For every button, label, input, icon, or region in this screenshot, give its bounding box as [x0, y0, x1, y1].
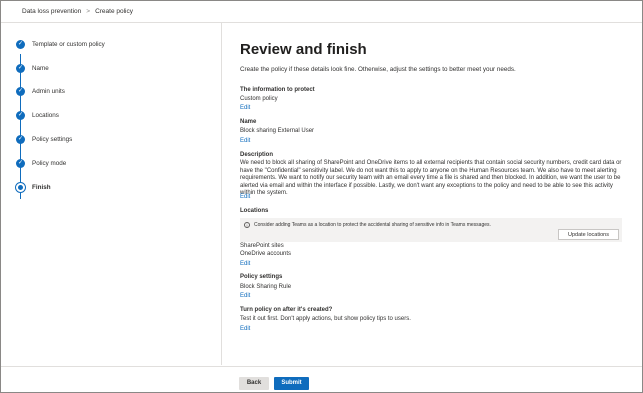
edit-locations-link[interactable]: Edit: [240, 261, 250, 267]
edit-info-protect-link[interactable]: Edit: [240, 105, 250, 111]
locations-info-banner: i Consider adding Teams as a location to…: [240, 218, 622, 242]
footer-bar: Back Submit: [1, 366, 642, 392]
section-title-turn-on: Turn policy on after it's created?: [240, 307, 333, 313]
check-icon: ✓: [16, 40, 25, 49]
current-step-icon: [16, 183, 25, 192]
step-label: Finish: [32, 184, 51, 191]
check-icon: ✓: [16, 64, 25, 73]
step-label: Template or custom policy: [32, 41, 105, 48]
section-title-name: Name: [240, 119, 257, 125]
info-protect-value: Custom policy: [240, 96, 278, 102]
breadcrumb-item-create-policy: Create policy: [95, 8, 133, 15]
check-icon: ✓: [16, 111, 25, 120]
policy-settings-value: Block Sharing Rule: [240, 284, 292, 290]
back-button[interactable]: Back: [239, 377, 269, 390]
breadcrumb: Data loss prevention > Create policy: [1, 1, 642, 23]
update-locations-button[interactable]: Update locations: [558, 229, 619, 240]
check-icon: ✓: [16, 135, 25, 144]
page-intro: Create the policy if these details look …: [240, 66, 516, 73]
section-title-description: Description: [240, 152, 274, 158]
section-title-locations: Locations: [240, 208, 269, 214]
breadcrumb-item-dlp[interactable]: Data loss prevention: [22, 8, 81, 22]
submit-button[interactable]: Submit: [274, 377, 309, 390]
banner-text: Consider adding Teams as a location to p…: [254, 222, 491, 228]
breadcrumb-separator: >: [86, 8, 91, 15]
wizard-steps: ✓ Template or custom policy ✓ Name ✓ Adm…: [1, 23, 222, 365]
step-label: Admin units: [32, 88, 65, 95]
step-label: Name: [32, 65, 49, 72]
page-title: Review and finish: [240, 41, 367, 58]
step-label: Policy settings: [32, 136, 73, 143]
turn-on-value: Test it out first. Don't apply actions, …: [240, 316, 411, 322]
location-onedrive: OneDrive accounts: [240, 251, 292, 257]
step-label: Locations: [32, 112, 59, 119]
step-label: Policy mode: [32, 160, 67, 167]
check-icon: ✓: [16, 87, 25, 96]
description-value: We need to block all sharing of SharePoi…: [240, 160, 622, 197]
steps-connector-line: [20, 54, 21, 199]
info-icon: i: [244, 222, 250, 228]
edit-description-link[interactable]: Edit: [240, 194, 250, 200]
edit-policy-settings-link[interactable]: Edit: [240, 293, 250, 299]
section-title-info-protect: The information to protect: [240, 87, 315, 93]
edit-name-link[interactable]: Edit: [240, 138, 250, 144]
section-title-policy-settings: Policy settings: [240, 274, 283, 280]
name-value: Block sharing External User: [240, 128, 315, 134]
check-icon: ✓: [16, 159, 25, 168]
edit-turn-on-link[interactable]: Edit: [240, 326, 250, 332]
location-sharepoint: SharePoint sites: [240, 243, 284, 249]
